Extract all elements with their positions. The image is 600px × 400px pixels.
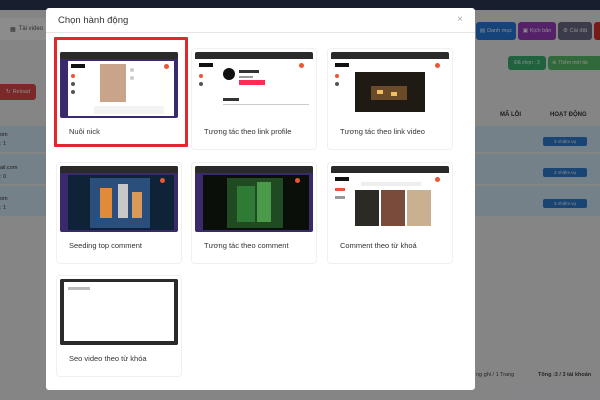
thumbnail-seo-video-keyword — [60, 279, 178, 345]
close-icon[interactable]: × — [457, 14, 463, 25]
action-modal: Chọn hành động × Nuôi nick Tương tác the… — [46, 8, 475, 390]
thumbnail-keyword-comment — [331, 166, 449, 232]
action-card-video-link[interactable]: Tương tác theo link video — [328, 49, 452, 149]
thumbnail-nuoi-nick — [60, 52, 178, 118]
modal-divider — [46, 32, 475, 33]
action-label: Tương tác theo comment — [204, 241, 289, 250]
thumbnail-profile-link — [195, 52, 313, 118]
action-card-nuoi-nick[interactable]: Nuôi nick — [57, 49, 181, 149]
modal-title: Chọn hành động — [58, 15, 129, 26]
action-card-profile-link[interactable]: Tương tác theo link profile — [192, 49, 316, 149]
thumbnail-video-link — [331, 52, 449, 118]
action-label: Nuôi nick — [69, 127, 100, 136]
thumbnail-seeding-top-comment — [60, 166, 178, 232]
action-card-comment-interaction[interactable]: Tương tác theo comment — [192, 163, 316, 263]
action-card-seeding-top-comment[interactable]: Seeding top comment — [57, 163, 181, 263]
action-card-keyword-comment[interactable]: Comment theo từ khoá — [328, 163, 452, 263]
action-label: Seeding top comment — [69, 241, 142, 250]
action-label: Seo video theo từ khóa — [69, 354, 147, 363]
action-label: Tương tác theo link profile — [204, 127, 292, 136]
action-label: Tương tác theo link video — [340, 127, 425, 136]
thumbnail-comment-interaction — [195, 166, 313, 232]
action-card-seo-video-keyword[interactable]: Seo video theo từ khóa — [57, 276, 181, 376]
action-label: Comment theo từ khoá — [340, 241, 417, 250]
